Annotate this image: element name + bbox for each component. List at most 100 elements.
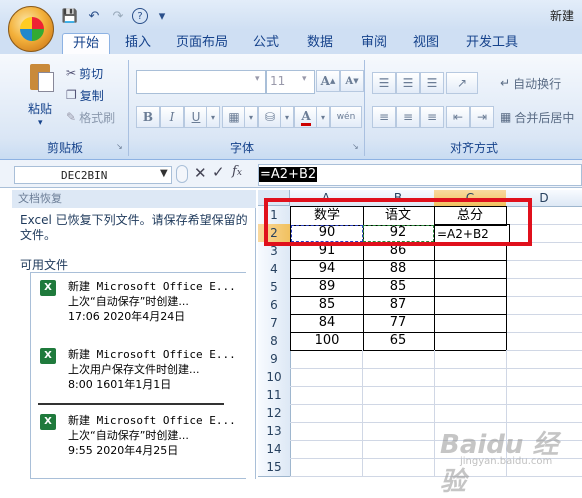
shrink-font-icon[interactable]: A ▼ bbox=[340, 70, 364, 92]
help-icon[interactable]: ? bbox=[132, 8, 148, 24]
sheet-cell[interactable]: 94 bbox=[290, 260, 364, 279]
save-icon[interactable]: 💾 bbox=[60, 7, 80, 25]
font-launcher-icon[interactable]: ↘ bbox=[352, 142, 359, 151]
row-header[interactable]: 6 bbox=[258, 296, 291, 315]
office-button[interactable] bbox=[8, 6, 54, 52]
sheet-cell[interactable] bbox=[506, 350, 582, 369]
row-header[interactable]: 9 bbox=[258, 350, 291, 369]
wrap-text-button[interactable]: ↵ 自动换行 bbox=[500, 72, 561, 94]
fill-color-icon[interactable]: ⛁ bbox=[258, 106, 282, 128]
sheet-cell[interactable] bbox=[290, 458, 363, 477]
sheet-cell[interactable] bbox=[290, 404, 363, 423]
sheet-cell[interactable] bbox=[290, 350, 363, 369]
fill-color-dropdown-icon[interactable]: ▾ bbox=[280, 106, 294, 128]
cancel-icon[interactable]: ✕ bbox=[194, 164, 207, 182]
font-color-icon[interactable]: A bbox=[294, 106, 318, 128]
sheet-cell[interactable]: 87 bbox=[362, 296, 435, 315]
align-bottom-icon[interactable]: ☰ bbox=[420, 72, 444, 94]
align-right-icon[interactable]: ≡ bbox=[420, 106, 444, 128]
tab-review[interactable]: 审阅 bbox=[356, 33, 392, 53]
sheet-cell[interactable]: 84 bbox=[290, 314, 364, 333]
tab-home[interactable]: 开始 bbox=[62, 33, 110, 54]
tab-developer[interactable]: 开发工具 bbox=[462, 33, 522, 53]
sheet-cell[interactable]: 88 bbox=[362, 260, 435, 279]
cut-button[interactable]: ✂ 剪切 bbox=[66, 62, 103, 84]
row-header[interactable]: 14 bbox=[258, 440, 291, 459]
sheet-cell[interactable] bbox=[290, 386, 363, 405]
sheet-cell[interactable] bbox=[434, 368, 507, 387]
undo-icon[interactable]: ↶ bbox=[84, 7, 104, 25]
row-header[interactable]: 12 bbox=[258, 404, 291, 423]
sheet-cell[interactable] bbox=[506, 404, 582, 423]
sheet-cell[interactable] bbox=[434, 278, 507, 297]
grow-font-icon[interactable]: A ▲ bbox=[316, 70, 340, 92]
insert-function-icon[interactable]: fx bbox=[232, 164, 242, 179]
merge-center-button[interactable]: ▦ 合并后居中 bbox=[500, 106, 574, 128]
sheet-cell[interactable] bbox=[506, 314, 582, 333]
row-header[interactable]: 13 bbox=[258, 422, 291, 441]
row-header[interactable]: 4 bbox=[258, 260, 291, 279]
sheet-cell[interactable] bbox=[362, 386, 435, 405]
increase-indent-icon[interactable]: ⇥ bbox=[470, 106, 494, 128]
sheet-cell[interactable] bbox=[434, 386, 507, 405]
sheet-cell[interactable]: 100 bbox=[290, 332, 364, 351]
sheet-cell[interactable] bbox=[434, 314, 507, 333]
sheet-cell[interactable] bbox=[506, 278, 582, 297]
underline-icon[interactable]: U bbox=[184, 106, 208, 128]
recovery-file-item[interactable]: X 新建 Microsoft Office E... 上次“自动保存”时创建..… bbox=[36, 276, 236, 326]
sheet-cell[interactable] bbox=[362, 458, 435, 477]
font-color-dropdown-icon[interactable]: ▾ bbox=[316, 106, 330, 128]
recovery-file-item[interactable]: X 新建 Microsoft Office E... 上次用户保存文件时创建..… bbox=[36, 344, 236, 394]
row-header[interactable]: 11 bbox=[258, 386, 291, 405]
sheet-cell[interactable] bbox=[434, 404, 507, 423]
borders-icon[interactable]: ▦ bbox=[222, 106, 246, 128]
sheet-cell[interactable]: 89 bbox=[290, 278, 364, 297]
align-top-icon[interactable]: ☰ bbox=[372, 72, 396, 94]
tab-view[interactable]: 视图 bbox=[408, 33, 444, 53]
copy-button[interactable]: ❐ 复制 bbox=[66, 84, 104, 106]
sheet-cell[interactable] bbox=[506, 260, 582, 279]
decrease-indent-icon[interactable]: ⇤ bbox=[446, 106, 470, 128]
sheet-cell[interactable] bbox=[434, 260, 507, 279]
row-header[interactable]: 15 bbox=[258, 458, 291, 477]
redo-icon[interactable]: ↷ bbox=[108, 7, 128, 25]
underline-dropdown-icon[interactable]: ▾ bbox=[206, 106, 220, 128]
sheet-cell[interactable] bbox=[506, 296, 582, 315]
sheet-cell[interactable] bbox=[434, 332, 507, 351]
sheet-cell[interactable] bbox=[290, 440, 363, 459]
paste-dropdown-icon[interactable]: ▾ bbox=[38, 118, 43, 128]
sheet-cell[interactable] bbox=[290, 422, 363, 441]
clipboard-launcher-icon[interactable]: ↘ bbox=[116, 142, 123, 151]
sheet-cell[interactable]: 77 bbox=[362, 314, 435, 333]
formula-input[interactable]: =A2+B2 bbox=[258, 164, 582, 186]
sheet-cell[interactable] bbox=[434, 296, 507, 315]
italic-icon[interactable]: I bbox=[160, 106, 184, 128]
bold-icon[interactable]: B bbox=[136, 106, 160, 128]
sheet-cell[interactable]: 85 bbox=[290, 296, 364, 315]
tab-data[interactable]: 数据 bbox=[302, 33, 338, 53]
paste-button[interactable]: 粘贴 bbox=[28, 100, 52, 117]
tab-page-layout[interactable]: 页面布局 bbox=[172, 33, 232, 53]
sheet-cell[interactable] bbox=[362, 350, 435, 369]
align-left-icon[interactable]: ≡ bbox=[372, 106, 396, 128]
sheet-cell[interactable]: 85 bbox=[362, 278, 435, 297]
orientation-icon[interactable]: ↗ bbox=[446, 72, 478, 94]
sheet-cell[interactable] bbox=[362, 440, 435, 459]
tab-insert[interactable]: 插入 bbox=[118, 33, 158, 53]
align-center-icon[interactable]: ≡ bbox=[396, 106, 420, 128]
paste-icon[interactable] bbox=[28, 62, 54, 94]
tab-formulas[interactable]: 公式 bbox=[248, 33, 284, 53]
recovery-file-item[interactable]: X 新建 Microsoft Office E... 上次“自动保存”时创建..… bbox=[36, 410, 236, 460]
sheet-cell[interactable] bbox=[362, 368, 435, 387]
font-name-select[interactable] bbox=[136, 70, 266, 94]
sheet-cell[interactable] bbox=[434, 350, 507, 369]
row-header[interactable]: 10 bbox=[258, 368, 291, 387]
row-header[interactable]: 8 bbox=[258, 332, 291, 351]
sheet-cell[interactable] bbox=[362, 422, 435, 441]
sheet-cell[interactable] bbox=[506, 386, 582, 405]
formula-bar-splitter[interactable] bbox=[176, 165, 188, 183]
sheet-cell[interactable]: 65 bbox=[362, 332, 435, 351]
qat-dropdown-icon[interactable]: ▾ bbox=[152, 7, 172, 25]
sheet-cell[interactable] bbox=[506, 368, 582, 387]
sheet-cell[interactable] bbox=[362, 404, 435, 423]
